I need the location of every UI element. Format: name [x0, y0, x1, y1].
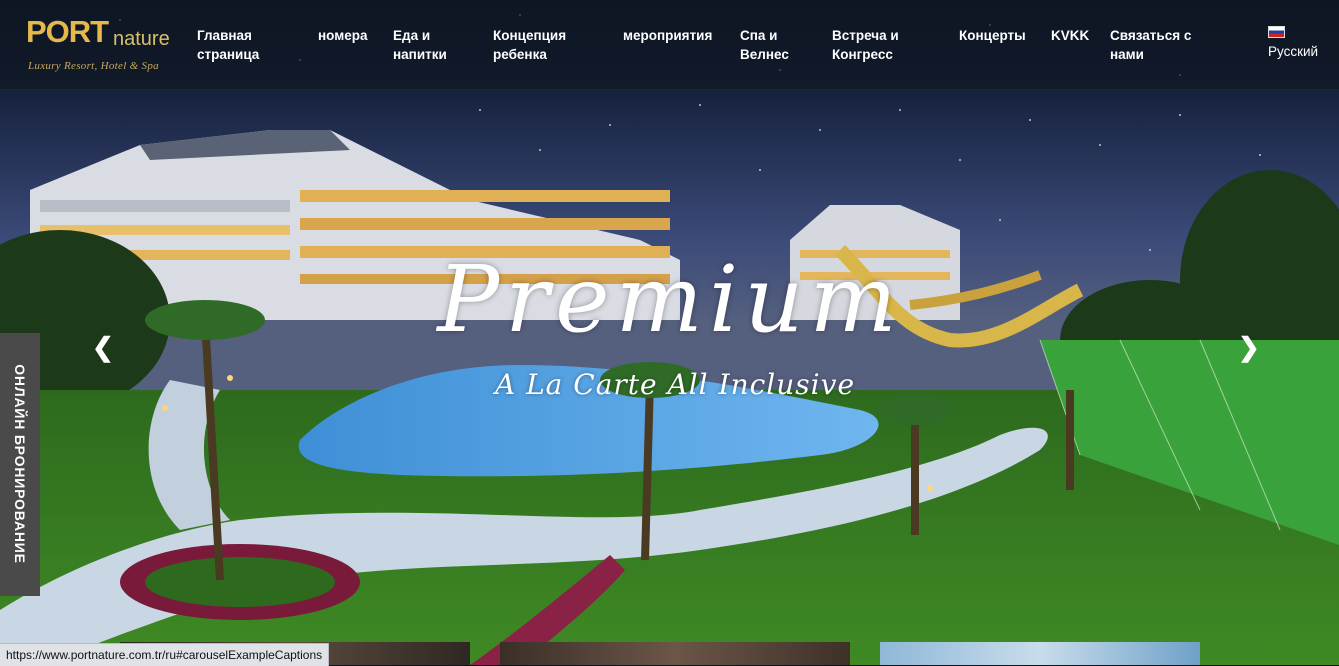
nav-concerts[interactable]: Концерты [959, 26, 1026, 45]
hero-title: Premium [437, 246, 903, 353]
nav-rooms[interactable]: номера [318, 26, 367, 45]
site-logo[interactable]: PORT nature Luxury Resort, Hotel & Spa [26, 14, 176, 76]
language-label: Русский [1268, 44, 1319, 59]
logo-wordmark: PORT [26, 14, 109, 49]
online-booking-tab[interactable]: ОНЛАЙН БРОНИРОВАНИЕ [0, 333, 40, 596]
logo-tagline: Luxury Resort, Hotel & Spa [28, 60, 159, 72]
chevron-right-icon: ❯ [1238, 332, 1260, 362]
carousel-next-button[interactable]: ❯ [1238, 334, 1260, 360]
nav-food[interactable]: Еда и напитки [393, 26, 471, 64]
language-switcher[interactable]: Русский [1268, 26, 1318, 59]
status-bar-url: https://www.portnature.com.tr/ru#carouse… [0, 643, 330, 666]
nav-kvkk[interactable]: KVKK [1051, 26, 1089, 45]
nav-contact[interactable]: Связаться с нами [1110, 26, 1210, 64]
thumbnail-2[interactable] [500, 642, 850, 665]
nav-meeting[interactable]: Встреча и Конгресс [832, 26, 932, 64]
nav-events[interactable]: мероприятия [623, 26, 712, 45]
nav-kids[interactable]: Концепция ребенка [493, 26, 593, 64]
russia-flag-icon [1268, 26, 1285, 38]
logo-suffix: nature [113, 28, 170, 50]
thumbnail-3[interactable] [880, 642, 1200, 665]
hero-carousel: Premium A La Carte All Inclusive ❮ ❯ [0, 90, 1339, 665]
site-header: PORT nature Luxury Resort, Hotel & Spa Г… [0, 0, 1339, 90]
carousel-prev-button[interactable]: ❮ [92, 334, 114, 360]
nav-home[interactable]: Главная страница [197, 26, 297, 64]
hero-subtitle: A La Carte All Inclusive [494, 368, 856, 401]
chevron-left-icon: ❮ [92, 332, 114, 362]
online-booking-label: ОНЛАЙН БРОНИРОВАНИЕ [12, 364, 28, 564]
nav-spa[interactable]: Спа и Велнес [740, 26, 810, 64]
